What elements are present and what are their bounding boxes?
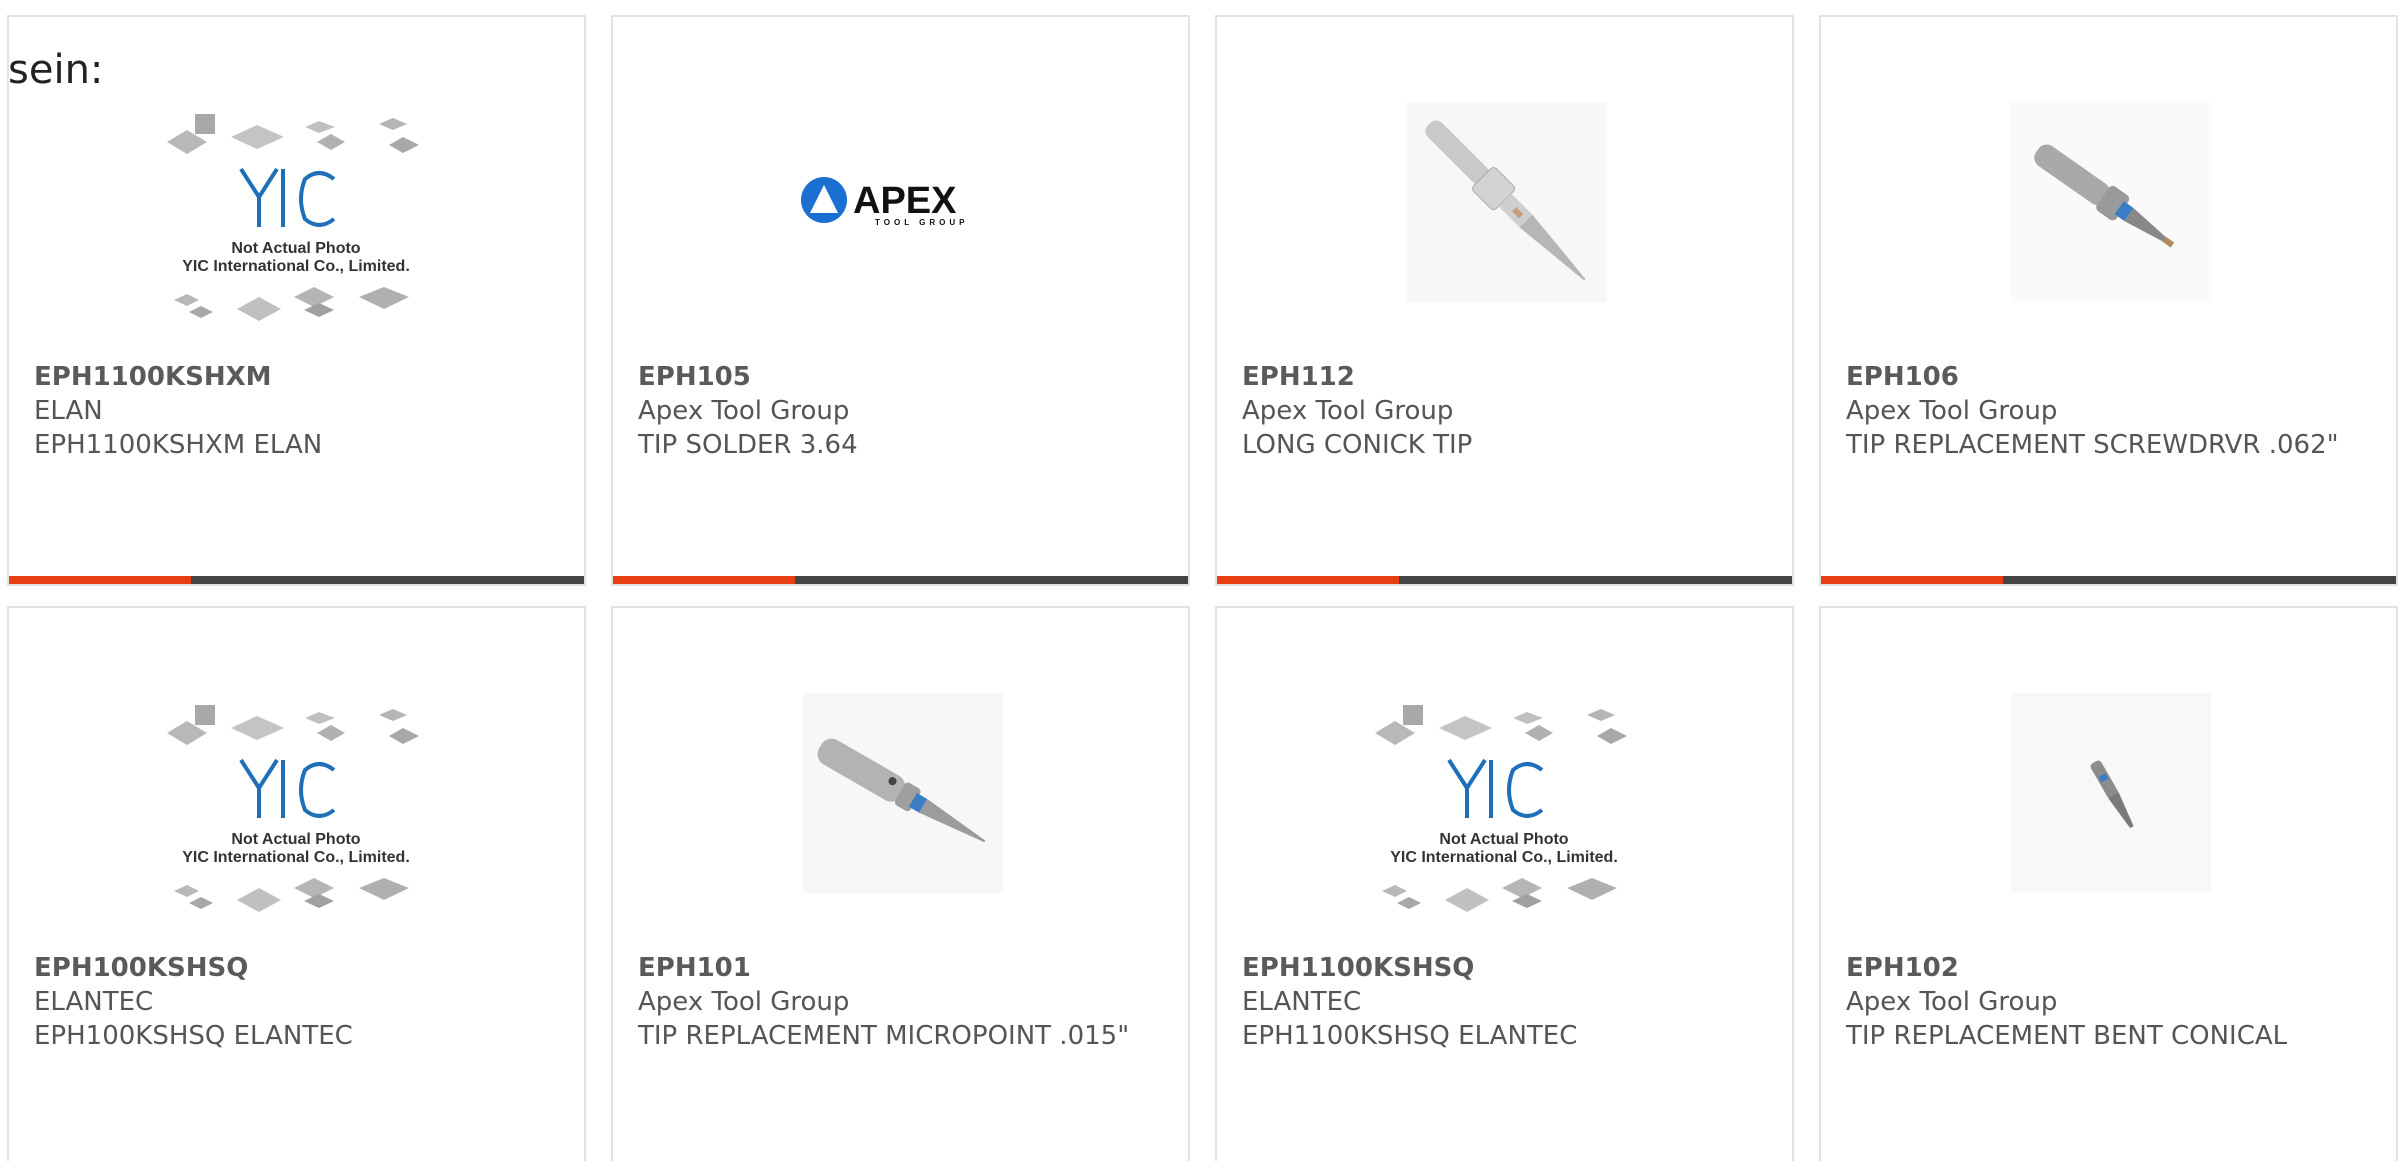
product-info: EPH100KSHSQ ELANTEC EPH100KSHSQ ELANTEC <box>34 951 564 1053</box>
part-number[interactable]: EPH101 <box>638 951 1168 985</box>
svg-text:APEX: APEX <box>853 180 957 222</box>
product-card[interactable]: EPH102 Apex Tool Group TIP REPLACEMENT B… <box>1819 606 2398 1161</box>
solder-tip-micropoint-icon <box>803 693 1003 893</box>
manufacturer: ELAN <box>34 396 103 426</box>
manufacturer: ELANTEC <box>1242 987 1362 1017</box>
solder-tip-long-icon <box>1407 102 1607 302</box>
solder-tip-screwdriver-icon <box>2011 102 2211 302</box>
yic-placeholder-icon: Not Actual Photo YIC International Co., … <box>167 705 419 912</box>
manufacturer: Apex Tool Group <box>638 987 850 1017</box>
product-image[interactable] <box>1821 87 2396 347</box>
description: TIP REPLACEMENT BENT CONICAL <box>1846 1021 2288 1051</box>
description: TIP REPLACEMENT SCREWDRVR .062" <box>1846 430 2339 460</box>
part-number[interactable]: EPH102 <box>1846 951 2376 985</box>
product-image-placeholder[interactable]: Not Actual Photo YIC International Co., … <box>1217 678 1792 938</box>
product-info: EPH105 Apex Tool Group TIP SOLDER 3.64 <box>638 360 1168 462</box>
product-image[interactable] <box>1217 87 1792 347</box>
svg-text:YIC International Co., Limited: YIC International Co., Limited. <box>182 849 410 866</box>
card-bottom-bar <box>1217 576 1792 584</box>
product-image[interactable]: APEX TOOL GROUP <box>613 87 1188 347</box>
description: EPH100KSHSQ ELANTEC <box>34 1021 353 1051</box>
manufacturer: Apex Tool Group <box>1846 396 2058 426</box>
yic-placeholder-icon: Not Actual Photo YIC International Co., … <box>1375 705 1627 912</box>
product-card[interactable]: Not Actual Photo YIC International Co., … <box>7 606 586 1161</box>
card-accent-bar <box>1217 576 1399 584</box>
product-info: EPH1100KSHSQ ELANTEC EPH1100KSHSQ ELANTE… <box>1242 951 1772 1053</box>
manufacturer: Apex Tool Group <box>1846 987 2058 1017</box>
card-bottom-bar <box>1821 576 2396 584</box>
product-card[interactable]: Not Actual Photo YIC International Co., … <box>7 15 586 586</box>
part-number[interactable]: EPH106 <box>1846 360 2376 394</box>
part-number[interactable]: EPH105 <box>638 360 1168 394</box>
svg-text:Not Actual Photo: Not Actual Photo <box>231 831 360 848</box>
manufacturer: ELANTEC <box>34 987 154 1017</box>
svg-text:YIC International Co., Limited: YIC International Co., Limited. <box>182 258 410 275</box>
part-number[interactable]: EPH1100KSHXM <box>34 360 564 394</box>
description: TIP REPLACEMENT MICROPOINT .015" <box>638 1021 1130 1051</box>
header-fragment: sein: <box>8 47 104 93</box>
apex-logo-icon: APEX TOOL GROUP <box>801 177 969 227</box>
product-card[interactable]: EPH106 Apex Tool Group TIP REPLACEMENT S… <box>1819 15 2398 586</box>
description: EPH1100KSHSQ ELANTEC <box>1242 1021 1578 1051</box>
svg-text:TOOL GROUP: TOOL GROUP <box>875 218 969 227</box>
description: EPH1100KSHXM ELAN <box>34 430 323 460</box>
product-image-placeholder[interactable]: Not Actual Photo YIC International Co., … <box>9 678 584 938</box>
svg-text:Not Actual Photo: Not Actual Photo <box>1439 831 1568 848</box>
product-grid-page: Not Actual Photo YIC International Co., … <box>0 0 2400 1161</box>
description: LONG CONICK TIP <box>1242 430 1473 460</box>
svg-text:YIC International Co., Limited: YIC International Co., Limited. <box>1390 849 1618 866</box>
solder-tip-bent-icon <box>2011 693 2211 893</box>
part-number[interactable]: EPH112 <box>1242 360 1772 394</box>
manufacturer: Apex Tool Group <box>1242 396 1454 426</box>
product-info: EPH1100KSHXM ELAN EPH1100KSHXM ELAN <box>34 360 564 462</box>
product-info: EPH102 Apex Tool Group TIP REPLACEMENT B… <box>1846 951 2376 1053</box>
product-card[interactable]: EPH101 Apex Tool Group TIP REPLACEMENT M… <box>611 606 1190 1161</box>
product-info: EPH106 Apex Tool Group TIP REPLACEMENT S… <box>1846 360 2376 462</box>
card-accent-bar <box>1821 576 2003 584</box>
card-accent-bar <box>613 576 795 584</box>
part-number[interactable]: EPH1100KSHSQ <box>1242 951 1772 985</box>
part-number[interactable]: EPH100KSHSQ <box>34 951 564 985</box>
svg-text:Not Actual Photo: Not Actual Photo <box>231 240 360 257</box>
card-bottom-bar <box>9 576 584 584</box>
product-card[interactable]: APEX TOOL GROUP EPH105 Apex Tool Group T… <box>611 15 1190 586</box>
card-bottom-bar <box>613 576 1188 584</box>
product-info: EPH112 Apex Tool Group LONG CONICK TIP <box>1242 360 1772 462</box>
product-card[interactable]: Not Actual Photo YIC International Co., … <box>1215 606 1794 1161</box>
description: TIP SOLDER 3.64 <box>638 430 858 460</box>
product-info: EPH101 Apex Tool Group TIP REPLACEMENT M… <box>638 951 1168 1053</box>
card-accent-bar <box>9 576 191 584</box>
product-image[interactable] <box>1821 678 2396 938</box>
product-card[interactable]: EPH112 Apex Tool Group LONG CONICK TIP <box>1215 15 1794 586</box>
product-image-placeholder[interactable]: Not Actual Photo YIC International Co., … <box>9 87 584 347</box>
yic-placeholder-icon: Not Actual Photo YIC International Co., … <box>167 114 419 321</box>
manufacturer: Apex Tool Group <box>638 396 850 426</box>
product-image[interactable] <box>613 678 1188 938</box>
